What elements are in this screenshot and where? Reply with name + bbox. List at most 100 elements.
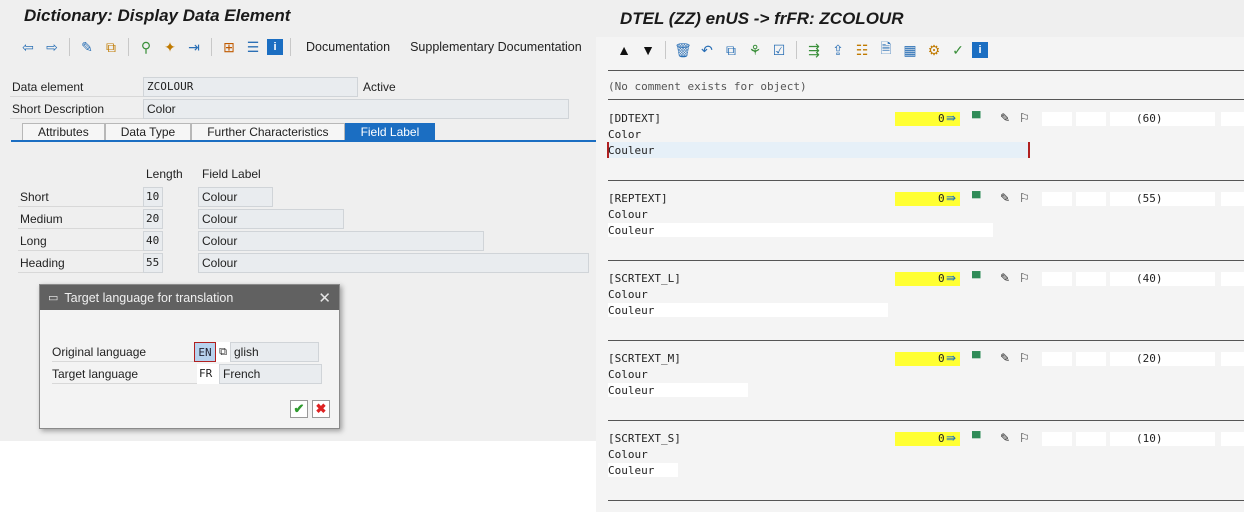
- stack-icon[interactable]: ☰: [243, 37, 263, 57]
- target-text: Couleur: [608, 224, 655, 237]
- value-help-icon[interactable]: ⧉: [216, 342, 230, 362]
- flag-icon[interactable]: ⚐: [1019, 111, 1030, 125]
- proposal-list-icon[interactable]: ⇛: [946, 351, 956, 365]
- max-length: (60): [1136, 112, 1163, 125]
- where-used-icon[interactable]: ⇥: [184, 37, 204, 57]
- dialog-title: Target language for translation: [64, 290, 234, 305]
- length-cell: [1110, 272, 1215, 286]
- document-icon[interactable]: 🗎: [876, 40, 896, 60]
- stamp-icon[interactable]: ▀: [972, 191, 981, 205]
- stamp-icon[interactable]: ▀: [972, 111, 981, 125]
- stamp-icon[interactable]: ▀: [972, 431, 981, 445]
- tab-data-type[interactable]: Data Type: [104, 123, 192, 141]
- status-cell: [1221, 432, 1244, 446]
- status-cell: [1042, 112, 1072, 126]
- info-icon[interactable]: i: [972, 42, 988, 58]
- short-description-row: Short Description Color: [10, 99, 569, 119]
- length-field[interactable]: 20: [143, 209, 163, 229]
- field-label-row-long: Long 40 Colour: [18, 231, 484, 251]
- edit-check-icon[interactable]: ☑: [769, 40, 789, 60]
- back-icon[interactable]: ⇦: [18, 37, 38, 57]
- translation-window: DTEL (ZZ) enUS -> frFR: ZCOLOUR ▲ ▼ 🗑 ↶ …: [596, 0, 1244, 512]
- proposal-list-icon[interactable]: ⇛: [946, 271, 956, 285]
- original-language-code[interactable]: EN: [194, 342, 216, 362]
- tab-further-characteristics[interactable]: Further Characteristics: [191, 123, 345, 141]
- stamp-icon[interactable]: ▀: [972, 271, 981, 285]
- flag-icon[interactable]: ⚐: [1019, 271, 1030, 285]
- length-field[interactable]: 55: [143, 253, 163, 273]
- confirm-icon[interactable]: ✔: [290, 400, 308, 418]
- target-language-code[interactable]: FR: [197, 364, 219, 384]
- status-cell: [1076, 272, 1106, 286]
- flag-icon[interactable]: ⚐: [1019, 431, 1030, 445]
- label-field[interactable]: Colour: [198, 253, 589, 273]
- arrow-down-icon[interactable]: ▼: [638, 40, 658, 60]
- source-text: Colour: [608, 368, 648, 381]
- target-text-input[interactable]: [608, 223, 993, 237]
- proposal-icon[interactable]: ⇶: [804, 40, 824, 60]
- hierarchy-icon[interactable]: ⊞: [219, 37, 239, 57]
- display-change-icon[interactable]: ✎: [77, 37, 97, 57]
- target-text: Couleur: [608, 144, 655, 157]
- target-text-input[interactable]: [607, 142, 1030, 158]
- source-text: Colour: [608, 288, 648, 301]
- save-check-icon[interactable]: ✓: [948, 40, 968, 60]
- length-field[interactable]: 40: [143, 231, 163, 251]
- proposal-list-icon[interactable]: ⇛: [946, 431, 956, 445]
- status-cell: [1221, 112, 1244, 126]
- proposal-list-icon[interactable]: ⇛: [946, 191, 956, 205]
- row-name: Heading: [18, 253, 143, 273]
- distribute-icon[interactable]: ☷: [852, 40, 872, 60]
- proposal-list-icon[interactable]: ⇛: [946, 111, 956, 125]
- target-text: Couleur: [608, 304, 655, 317]
- check-icon[interactable]: ⚲: [136, 37, 156, 57]
- toolbar-separator: [796, 41, 797, 59]
- length-field[interactable]: 10: [143, 187, 163, 207]
- divider: [608, 420, 1244, 421]
- info-icon[interactable]: i: [267, 39, 283, 55]
- edit-status-icon[interactable]: ✎: [1000, 191, 1010, 205]
- forward-icon[interactable]: ⇨: [42, 37, 62, 57]
- close-icon[interactable]: ✕: [318, 289, 331, 307]
- original-language-row: Original language EN ⧉ glish: [52, 342, 319, 362]
- cancel-icon[interactable]: ✖: [312, 400, 330, 418]
- tree-icon[interactable]: ⚘: [745, 40, 765, 60]
- proposal-count: 0: [938, 272, 945, 285]
- arrow-up-icon[interactable]: ▲: [614, 40, 634, 60]
- flag-icon[interactable]: ⚐: [1019, 191, 1030, 205]
- comment-text: (No comment exists for object): [608, 80, 807, 93]
- data-element-field[interactable]: ZCOLOUR: [143, 77, 358, 97]
- status-text: Active: [363, 80, 396, 94]
- tab-attributes[interactable]: Attributes: [22, 123, 105, 141]
- stamp-icon[interactable]: ▀: [972, 351, 981, 365]
- edit-status-icon[interactable]: ✎: [1000, 111, 1010, 125]
- supplementary-documentation-button[interactable]: Supplementary Documentation: [402, 40, 590, 54]
- short-description-field[interactable]: Color: [143, 99, 569, 119]
- status-cell: [1221, 192, 1244, 206]
- block-key: [DDTEXT]: [608, 112, 661, 125]
- divider: [608, 340, 1244, 341]
- block-key: [REPTEXT]: [608, 192, 668, 205]
- edit-status-icon[interactable]: ✎: [1000, 271, 1010, 285]
- trash-icon[interactable]: 🗑: [673, 40, 693, 60]
- settings-icon[interactable]: ⚙: [924, 40, 944, 60]
- activate-icon[interactable]: ✦: [160, 37, 180, 57]
- label-field[interactable]: Colour: [198, 187, 273, 207]
- edit-status-icon[interactable]: ✎: [1000, 351, 1010, 365]
- edit-status-icon[interactable]: ✎: [1000, 431, 1010, 445]
- copy-icon[interactable]: ⧉: [721, 40, 741, 60]
- divider: [608, 70, 1244, 71]
- max-length: (55): [1136, 192, 1163, 205]
- divider: [608, 260, 1244, 261]
- tab-field-label[interactable]: Field Label: [344, 123, 436, 141]
- export-icon[interactable]: ⇪: [828, 40, 848, 60]
- length-header: Length: [146, 167, 183, 181]
- label-field[interactable]: Colour: [198, 231, 484, 251]
- grid-icon[interactable]: ▦: [900, 40, 920, 60]
- undo-icon[interactable]: ↶: [697, 40, 717, 60]
- documentation-button[interactable]: Documentation: [298, 40, 398, 54]
- label-field[interactable]: Colour: [198, 209, 344, 229]
- translation-block-ddtext: [DDTEXT] 0 ⇛ ▀ ✎ ⚐ (60) Color Couleur: [596, 110, 1244, 180]
- flag-icon[interactable]: ⚐: [1019, 351, 1030, 365]
- other-object-icon[interactable]: ⧉: [101, 37, 121, 57]
